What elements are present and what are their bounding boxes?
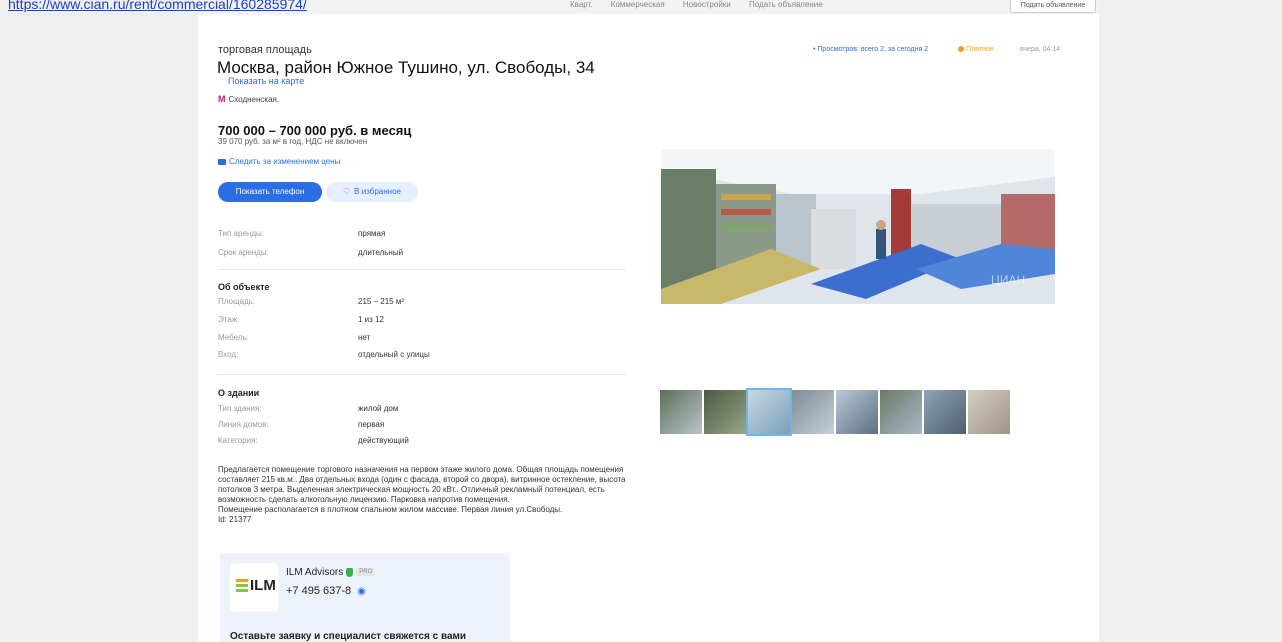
coin-icon bbox=[958, 46, 964, 53]
detail-value: длительный bbox=[358, 248, 404, 257]
divider bbox=[218, 269, 626, 270]
listing-id: Id: 21377 bbox=[218, 515, 252, 524]
page-url-link[interactable]: https://www.cian.ru/rent/commercial/1602… bbox=[8, 0, 307, 12]
detail-value: нет bbox=[358, 333, 371, 342]
main-photo[interactable]: ЦИАН bbox=[661, 149, 1055, 304]
detail-row: Срок аренды: длительный bbox=[218, 248, 618, 260]
detail-row: Категория: действующий bbox=[218, 436, 618, 448]
section-title-building: О здании bbox=[218, 388, 260, 398]
detail-key: Тип здания: bbox=[218, 404, 262, 413]
agent-name[interactable]: ILM Advisors PRO bbox=[286, 567, 376, 578]
detail-key: Этаж: bbox=[218, 315, 240, 324]
detail-row: Площадь: 215 – 215 м² bbox=[218, 297, 618, 309]
verified-shield-icon bbox=[346, 567, 354, 577]
add-favorite-button[interactable]: ♡ В избранное bbox=[326, 182, 418, 202]
agent-phone-number: +7 495 637-8 bbox=[286, 585, 352, 597]
detail-key: Вход: bbox=[218, 350, 239, 359]
agent-card: ILM ILM Advisors PRO +7 495 637-8 ◉ Оставь… bbox=[220, 553, 510, 642]
photo-thumbnail[interactable] bbox=[660, 390, 702, 434]
detail-key: Тип аренды: bbox=[218, 229, 264, 238]
show-on-map-link[interactable]: Показать на карте bbox=[228, 76, 304, 86]
heart-icon: ♡ bbox=[343, 187, 351, 196]
top-nav: Кварт. Коммерческая Новостройки Подать о… bbox=[570, 0, 839, 9]
listing-category: торговая площадь bbox=[218, 44, 312, 56]
detail-row: Вход: отдельный с улицы bbox=[218, 350, 618, 362]
metro-station[interactable]: M Сходненская, bbox=[218, 94, 279, 104]
follow-price-label: Следить за изменением цены bbox=[229, 157, 341, 166]
agent-logo-text: ILM bbox=[250, 577, 276, 594]
eye-icon[interactable]: ◉ bbox=[357, 586, 366, 597]
detail-value: жилой дом bbox=[358, 404, 399, 413]
metro-icon: M bbox=[218, 94, 226, 104]
mail-icon bbox=[218, 158, 226, 165]
detail-key: Категория: bbox=[218, 436, 258, 445]
photo-thumbnail[interactable] bbox=[880, 390, 922, 434]
detail-row: Линия домов: первая bbox=[218, 420, 618, 432]
top-nav-item[interactable]: Коммерческая bbox=[611, 0, 665, 9]
pro-badge: PRO bbox=[356, 568, 376, 577]
detail-value: первая bbox=[358, 420, 385, 429]
metro-label: Сходненская, bbox=[228, 95, 280, 104]
photo-thumbnail-active[interactable] bbox=[746, 388, 792, 436]
follow-price-link[interactable]: Следить за изменением цены bbox=[218, 157, 340, 166]
top-bar: https://www.cian.ru/rent/commercial/1602… bbox=[0, 0, 1282, 14]
photo-thumbnail[interactable] bbox=[924, 390, 966, 434]
page-gutter-left bbox=[0, 0, 198, 641]
page-gutter-right bbox=[1099, 0, 1282, 641]
show-phone-button[interactable]: Показать телефон bbox=[218, 182, 322, 202]
detail-value: 215 – 215 м² bbox=[358, 297, 404, 306]
detail-value: прямая bbox=[358, 229, 386, 238]
store-interior-image: ЦИАН bbox=[661, 149, 1055, 304]
detail-value: действующий bbox=[358, 436, 409, 445]
divider bbox=[218, 374, 626, 375]
paid-label: Платное bbox=[966, 46, 994, 53]
detail-key: Площадь: bbox=[218, 297, 256, 306]
views-counter[interactable]: • Просмотров: всего 2, за сегодня 2 bbox=[813, 46, 928, 53]
detail-row: Мебель: нет bbox=[218, 333, 618, 345]
publish-date: вчера, 04:14 bbox=[1020, 46, 1061, 53]
photo-thumbnail[interactable] bbox=[968, 390, 1010, 434]
description-paragraph: Помещение располагается в плотном спальн… bbox=[218, 505, 563, 514]
top-nav-item[interactable]: Кварт. bbox=[570, 0, 593, 9]
logo-bars-icon bbox=[236, 579, 248, 593]
top-nav-item[interactable]: Новостройки bbox=[683, 0, 731, 9]
agent-logo[interactable]: ILM bbox=[230, 563, 278, 611]
detail-key: Срок аренды: bbox=[218, 248, 269, 257]
listing-address-title: Москва, район Южное Тушино, ул. Свободы,… bbox=[217, 58, 595, 77]
detail-value: 1 из 12 bbox=[358, 315, 384, 324]
price: 700 000 – 700 000 руб. в месяц bbox=[218, 123, 412, 138]
photo-thumbnail[interactable] bbox=[792, 390, 834, 434]
listing-card: торговая площадь Москва, район Южное Туш… bbox=[198, 14, 1099, 642]
description-paragraph: Предлагается помещение торгового назначе… bbox=[218, 465, 626, 504]
post-ad-button[interactable]: Подать объявление bbox=[1010, 0, 1096, 13]
agent-phone[interactable]: +7 495 637-8 ◉ bbox=[286, 585, 366, 597]
photo-thumbnail[interactable] bbox=[836, 390, 878, 434]
detail-key: Мебель: bbox=[218, 333, 249, 342]
listing-description: Предлагается помещение торгового назначе… bbox=[218, 465, 638, 525]
agent-name-label: ILM Advisors bbox=[286, 567, 344, 578]
favorite-label: В избранное bbox=[354, 187, 401, 196]
paid-listing-badge: Платное bbox=[958, 46, 994, 53]
price-per-sqm: 39 070 руб. за м² в год, НДС не включен bbox=[218, 137, 368, 146]
detail-key: Линия домов: bbox=[218, 420, 269, 429]
photo-thumbnail[interactable] bbox=[704, 390, 746, 434]
photo-watermark: ЦИАН bbox=[991, 273, 1025, 287]
detail-row: Тип здания: жилой дом bbox=[218, 404, 618, 416]
top-nav-item[interactable]: Подать объявление bbox=[749, 0, 823, 9]
detail-value: отдельный с улицы bbox=[358, 350, 430, 359]
detail-row: Тип аренды: прямая bbox=[218, 229, 618, 241]
section-title-object: Об объекте bbox=[218, 282, 270, 292]
agent-cta-title: Оставьте заявку и специалист свяжется с … bbox=[230, 631, 467, 642]
detail-row: Этаж: 1 из 12 bbox=[218, 315, 618, 327]
